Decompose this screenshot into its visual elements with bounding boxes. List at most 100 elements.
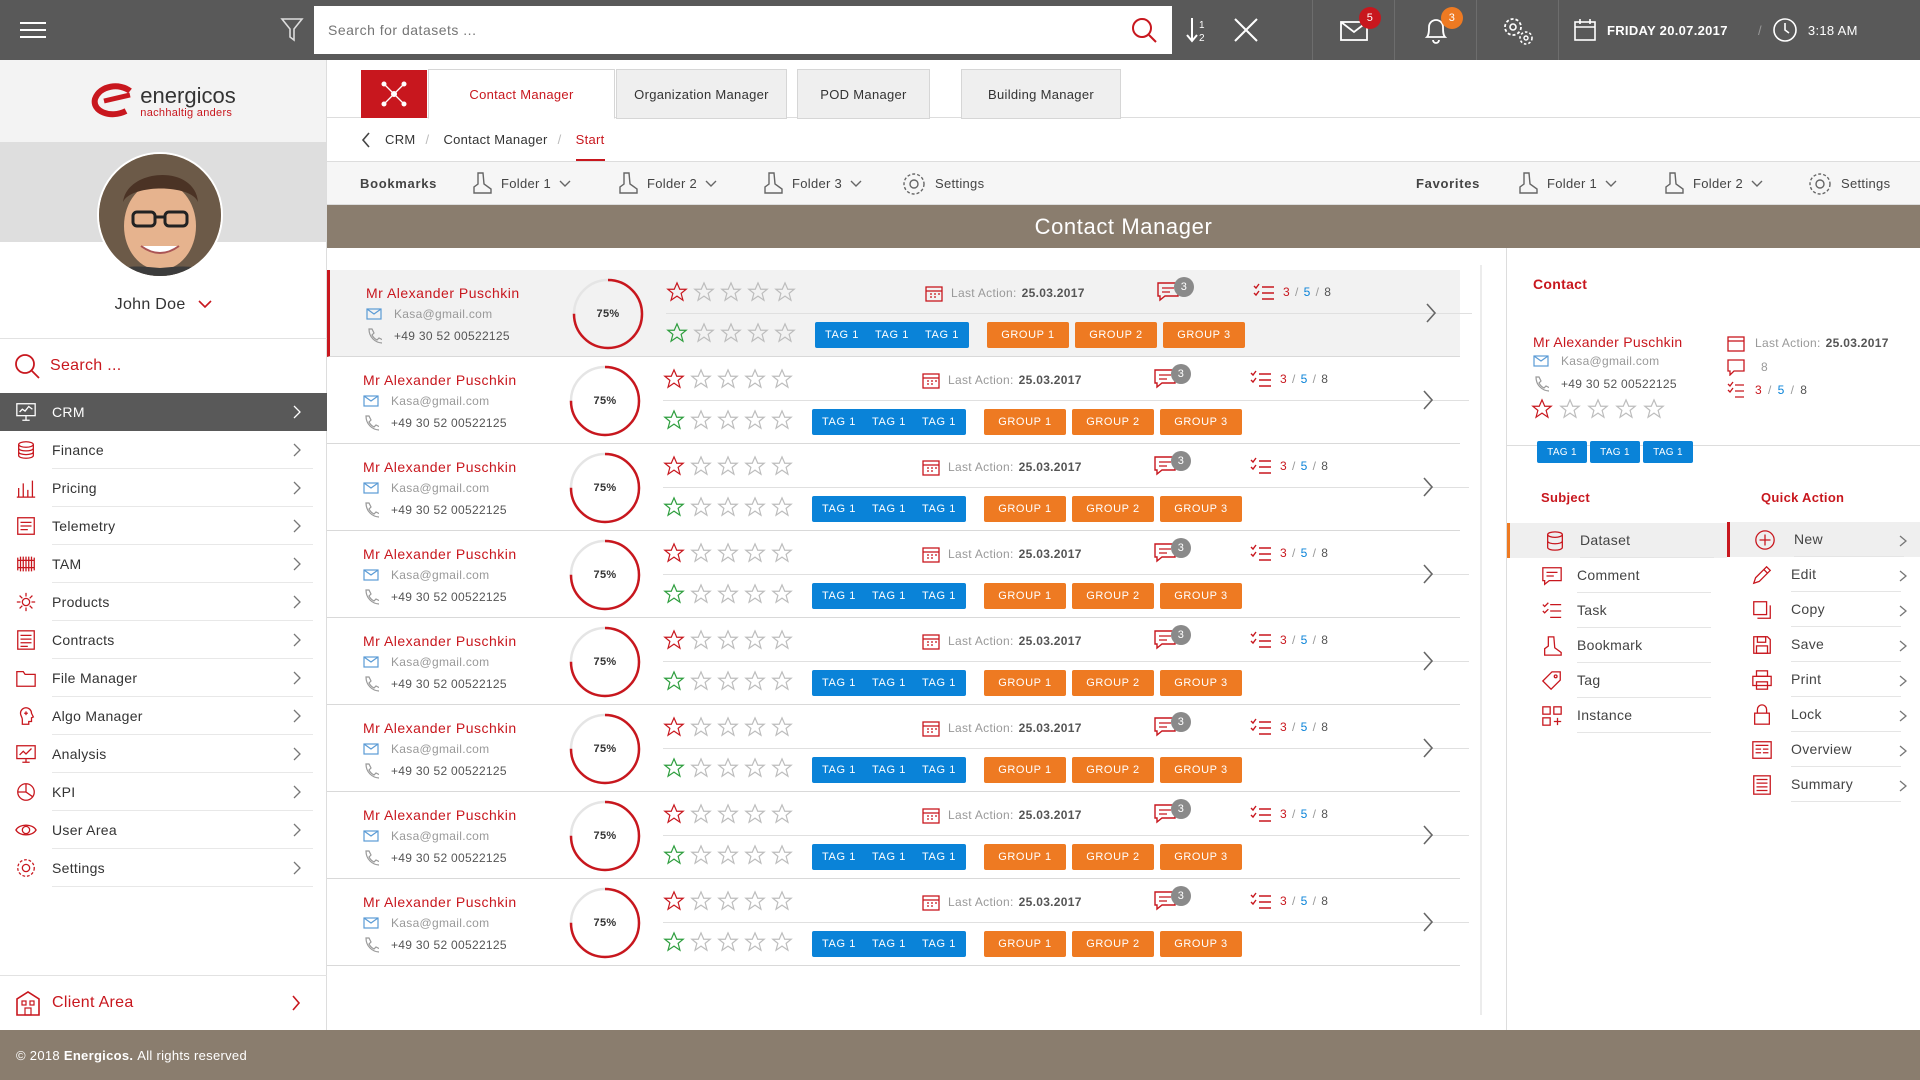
- comments-button[interactable]: 3: [1153, 451, 1191, 478]
- tab-building-manager[interactable]: Building Manager: [961, 69, 1121, 119]
- sidebar-item-telemetry[interactable]: Telemetry: [0, 507, 327, 545]
- sidebar-item-products[interactable]: Products: [0, 583, 327, 621]
- tag-button[interactable]: TAG 1: [862, 757, 916, 783]
- open-contact-button[interactable]: [1422, 563, 1434, 585]
- contact-email[interactable]: Kasa@gmail.com: [366, 307, 492, 321]
- avatar[interactable]: [97, 152, 223, 278]
- contact-email[interactable]: Kasa@gmail.com: [363, 394, 489, 408]
- star-icon[interactable]: [693, 281, 715, 303]
- contact-name[interactable]: Mr Alexander Puschkin: [363, 372, 517, 388]
- star-icon[interactable]: [744, 583, 766, 605]
- rating-stars[interactable]: [663, 542, 793, 564]
- group-3-button[interactable]: GROUP 3: [1160, 931, 1242, 957]
- group-2-button[interactable]: GROUP 2: [1075, 322, 1157, 348]
- quick-action-edit[interactable]: Edit: [1727, 557, 1920, 592]
- sidebar-search[interactable]: Search ...: [0, 338, 327, 393]
- subject-dataset[interactable]: Dataset: [1507, 523, 1727, 558]
- contact-name[interactable]: Mr Alexander Puschkin: [363, 720, 517, 736]
- tag-button[interactable]: TAG 1: [912, 496, 966, 522]
- rating-stars[interactable]: [663, 455, 793, 477]
- bookmark-folder-3[interactable]: Folder 3: [762, 162, 870, 205]
- breadcrumb-crm[interactable]: CRM: [385, 132, 416, 147]
- star-icon[interactable]: [717, 409, 739, 431]
- tag-button[interactable]: TAG 1: [812, 757, 866, 783]
- star-icon[interactable]: [663, 757, 685, 779]
- star-icon[interactable]: [717, 368, 739, 390]
- green-rating-stars[interactable]: [663, 931, 793, 953]
- green-rating-stars[interactable]: [663, 844, 793, 866]
- star-icon[interactable]: [690, 670, 712, 692]
- star-icon[interactable]: [663, 629, 685, 651]
- star-icon[interactable]: [771, 803, 793, 825]
- user-menu[interactable]: John Doe: [0, 296, 327, 314]
- quick-action-summary[interactable]: Summary: [1727, 767, 1920, 802]
- subject-tag[interactable]: Tag: [1507, 663, 1727, 698]
- star-icon[interactable]: [717, 455, 739, 477]
- star-icon[interactable]: [663, 368, 685, 390]
- filter-button[interactable]: [66, 0, 316, 60]
- bookmark-folder-1[interactable]: Folder 1: [471, 162, 579, 205]
- group-1-button[interactable]: GROUP 1: [984, 670, 1066, 696]
- sidebar-item-contracts[interactable]: Contracts: [0, 621, 327, 659]
- open-contact-button[interactable]: [1422, 389, 1434, 411]
- hamburger-menu-button[interactable]: [0, 0, 66, 60]
- group-2-button[interactable]: GROUP 2: [1072, 844, 1154, 870]
- sidebar-item-finance[interactable]: Finance: [0, 431, 327, 469]
- comments-button[interactable]: 3: [1156, 277, 1194, 304]
- group-1-button[interactable]: GROUP 1: [984, 931, 1066, 957]
- back-chevron-icon[interactable]: [361, 131, 371, 148]
- contact-row[interactable]: Mr Alexander Puschkin Kasa@gmail.com +49…: [327, 270, 1472, 357]
- star-icon[interactable]: [774, 322, 796, 344]
- comments-button[interactable]: 3: [1153, 886, 1191, 913]
- group-1-button[interactable]: GROUP 1: [984, 496, 1066, 522]
- detail-tag-button[interactable]: TAG 1: [1590, 441, 1640, 463]
- breadcrumb-contact-manager[interactable]: Contact Manager: [443, 132, 547, 147]
- comments-button[interactable]: 3: [1153, 712, 1191, 739]
- star-icon[interactable]: [771, 716, 793, 738]
- tag-button[interactable]: TAG 1: [812, 844, 866, 870]
- star-icon[interactable]: [720, 322, 742, 344]
- rating-stars[interactable]: [663, 890, 793, 912]
- contact-email[interactable]: Kasa@gmail.com: [363, 655, 489, 669]
- subject-instance[interactable]: Instance: [1507, 698, 1727, 733]
- group-3-button[interactable]: GROUP 3: [1160, 583, 1242, 609]
- detail-comments[interactable]: 8: [1727, 358, 1768, 376]
- star-icon[interactable]: [690, 409, 712, 431]
- group-3-button[interactable]: GROUP 3: [1160, 757, 1242, 783]
- rating-stars[interactable]: [663, 803, 793, 825]
- group-3-button[interactable]: GROUP 3: [1160, 496, 1242, 522]
- tag-button[interactable]: TAG 1: [915, 322, 969, 348]
- star-icon[interactable]: [771, 542, 793, 564]
- star-icon[interactable]: [744, 455, 766, 477]
- detail-tasks[interactable]: 3/5/8: [1727, 381, 1807, 399]
- comments-button[interactable]: 3: [1153, 799, 1191, 826]
- group-2-button[interactable]: GROUP 2: [1072, 583, 1154, 609]
- tag-button[interactable]: TAG 1: [812, 583, 866, 609]
- star-icon[interactable]: [771, 368, 793, 390]
- star-icon[interactable]: [720, 281, 742, 303]
- star-icon[interactable]: [663, 409, 685, 431]
- rating-stars[interactable]: [666, 281, 796, 303]
- star-icon[interactable]: [717, 716, 739, 738]
- contact-email[interactable]: Kasa@gmail.com: [363, 916, 489, 930]
- subject-bookmark[interactable]: Bookmark: [1507, 628, 1727, 663]
- search-input[interactable]: [328, 22, 1130, 38]
- contact-phone[interactable]: +49 30 52 00522125: [363, 850, 507, 866]
- contact-phone[interactable]: +49 30 52 00522125: [363, 676, 507, 692]
- task-counter[interactable]: 3/5/8: [1250, 369, 1328, 389]
- task-counter[interactable]: 3/5/8: [1253, 282, 1331, 302]
- contact-row[interactable]: Mr Alexander Puschkin Kasa@gmail.com +49…: [327, 531, 1469, 618]
- tag-button[interactable]: TAG 1: [862, 583, 916, 609]
- rating-stars[interactable]: [663, 629, 793, 651]
- star-icon[interactable]: [774, 281, 796, 303]
- star-icon[interactable]: [771, 890, 793, 912]
- star-icon[interactable]: [717, 496, 739, 518]
- favorite-settings[interactable]: Settings: [1807, 162, 1890, 205]
- star-icon[interactable]: [744, 542, 766, 564]
- star-icon[interactable]: [1559, 398, 1581, 420]
- star-icon[interactable]: [690, 890, 712, 912]
- contact-phone[interactable]: +49 30 52 00522125: [363, 589, 507, 605]
- star-icon[interactable]: [744, 716, 766, 738]
- open-contact-button[interactable]: [1422, 911, 1434, 933]
- star-icon[interactable]: [744, 670, 766, 692]
